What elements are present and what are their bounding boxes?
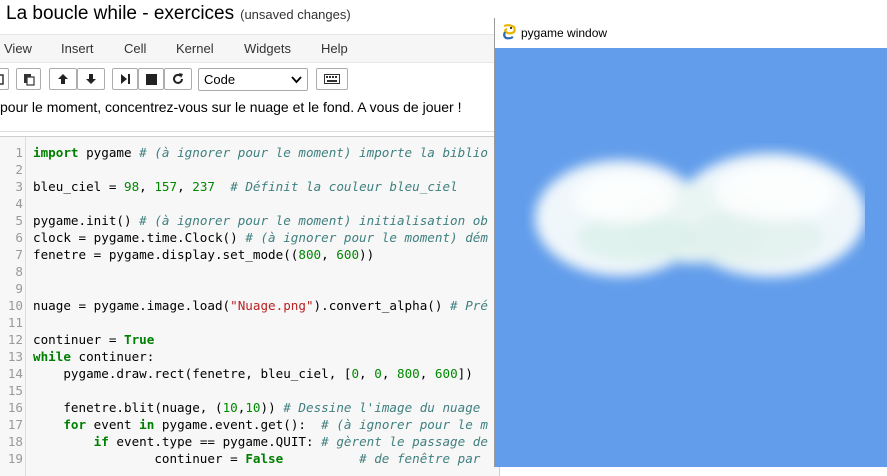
restart-icon bbox=[173, 73, 183, 84]
line-number: 17 bbox=[7, 417, 23, 432]
line-number: 9 bbox=[15, 281, 23, 296]
restart-button[interactable] bbox=[164, 68, 192, 90]
copy-button[interactable] bbox=[0, 68, 9, 90]
line-number: 4 bbox=[15, 196, 23, 211]
line-number: 13 bbox=[7, 349, 23, 364]
pygame-titlebar[interactable]: pygame window bbox=[495, 18, 887, 48]
code-line: 7 fenetre = pygame.display.set_mode((800,… bbox=[0, 246, 500, 263]
line-number: 7 bbox=[15, 247, 23, 262]
code-line: 11 bbox=[0, 314, 500, 331]
paste-icon bbox=[23, 73, 35, 86]
pygame-window[interactable]: pygame window bbox=[494, 18, 887, 467]
line-number: 15 bbox=[7, 383, 23, 398]
run-button[interactable] bbox=[112, 68, 138, 90]
menu-view[interactable]: View bbox=[4, 41, 32, 56]
arrow-down-icon bbox=[86, 74, 96, 84]
keyboard-icon bbox=[324, 74, 340, 84]
line-number: 2 bbox=[15, 162, 23, 177]
run-icon bbox=[121, 74, 130, 84]
cell-type-value: Code bbox=[204, 72, 236, 87]
arrow-up-icon bbox=[58, 74, 68, 84]
code-line: 6 clock = pygame.time.Clock() # (à ignore… bbox=[0, 229, 500, 246]
menu-help[interactable]: Help bbox=[321, 41, 348, 56]
pygame-snake-icon bbox=[503, 24, 516, 40]
line-number: 1 bbox=[15, 145, 23, 160]
code-line: 15 bbox=[0, 382, 500, 399]
move-down-button[interactable] bbox=[77, 68, 105, 90]
code-line: 5 pygame.init() # (à ignorer pour le mome… bbox=[0, 212, 500, 229]
line-number: 3 bbox=[15, 179, 23, 194]
menu-kernel[interactable]: Kernel bbox=[176, 41, 214, 56]
interrupt-button[interactable] bbox=[138, 68, 164, 90]
line-number: 6 bbox=[15, 230, 23, 245]
line-number: 14 bbox=[7, 366, 23, 381]
code-line: 10 nuage = pygame.image.load("Nuage.png")… bbox=[0, 297, 500, 314]
code-line: 19 continuer = False # de fenêtre par bbox=[0, 450, 500, 467]
line-number: 16 bbox=[7, 400, 23, 415]
code-line: 2 bbox=[0, 161, 500, 178]
code-line: 17 for event in pygame.event.get(): # (à… bbox=[0, 416, 500, 433]
code-line: 9 bbox=[0, 280, 500, 297]
code-line: 14 pygame.draw.rect(fenetre, bleu_ciel, … bbox=[0, 365, 500, 382]
notebook: La boucle while - exercices (unsaved chan… bbox=[0, 0, 887, 476]
unsaved-indicator: (unsaved changes) bbox=[240, 7, 351, 22]
pygame-canvas bbox=[495, 48, 887, 467]
notebook-name[interactable]: La boucle while - exercices bbox=[6, 3, 234, 24]
line-number: 8 bbox=[15, 264, 23, 279]
stop-icon bbox=[145, 73, 157, 85]
code-line: 12 continuer = True bbox=[0, 331, 500, 348]
menu-widgets[interactable]: Widgets bbox=[244, 41, 291, 56]
cell-divider bbox=[0, 131, 500, 132]
line-number: 19 bbox=[7, 451, 23, 466]
markdown-text: pour le moment, concentrez-vous sur le n… bbox=[0, 99, 462, 115]
line-number: 18 bbox=[7, 434, 23, 449]
line-number: 11 bbox=[7, 315, 23, 330]
line-number: 5 bbox=[15, 213, 23, 228]
code-cell[interactable]: 1 import pygame # (à ignorer pour le mome… bbox=[0, 136, 500, 476]
line-number: 12 bbox=[7, 332, 23, 347]
code-line: 1 import pygame # (à ignorer pour le mome… bbox=[0, 144, 500, 161]
code-line: 16 fenetre.blit(nuage, (10,10)) # Dessin… bbox=[0, 399, 500, 416]
command-palette-button[interactable] bbox=[316, 68, 348, 90]
cell-type-select[interactable]: Code bbox=[198, 68, 308, 91]
code-line: 8 bbox=[0, 263, 500, 280]
line-number: 10 bbox=[7, 298, 23, 313]
chevron-down-icon bbox=[291, 76, 302, 84]
copy-icon bbox=[0, 74, 4, 85]
menu-cell[interactable]: Cell bbox=[124, 41, 146, 56]
code-line: 18 if event.type == pygame.QUIT: # gèren… bbox=[0, 433, 500, 450]
notebook-title[interactable]: La boucle while - exercices (unsaved chan… bbox=[6, 3, 351, 25]
pygame-window-title: pygame window bbox=[521, 26, 608, 40]
code-line: 13 while continuer: bbox=[0, 348, 500, 365]
cloud-image bbox=[535, 153, 865, 277]
move-up-button[interactable] bbox=[49, 68, 77, 90]
code-line: 3 bleu_ciel = 98, 157, 237 # Définit la c… bbox=[0, 178, 500, 195]
code-line: 4 bbox=[0, 195, 500, 212]
menu-insert[interactable]: Insert bbox=[61, 41, 94, 56]
paste-button[interactable] bbox=[16, 68, 41, 90]
